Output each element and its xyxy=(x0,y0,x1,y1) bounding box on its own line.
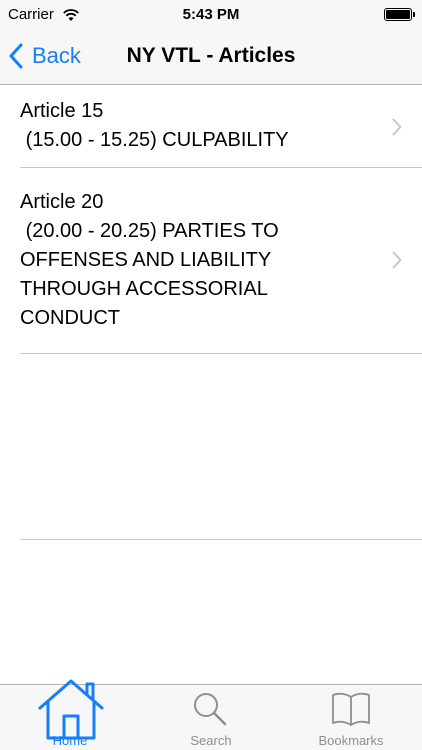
list-item-article-20[interactable]: Article 20 (20.00 - 20.25) PARTIES TO OF… xyxy=(0,85,422,353)
page-title: NY VTL - Articles xyxy=(126,44,296,67)
tab-search[interactable]: Search xyxy=(141,685,281,750)
navigation-bar: Back NY VTL - Articles xyxy=(0,30,422,85)
row-separator xyxy=(20,353,422,354)
tab-home-label: Home xyxy=(52,733,88,748)
book-icon xyxy=(332,692,370,726)
tab-home[interactable]: Home xyxy=(0,679,140,750)
list-item-text: Article 20 (20.00 - 20.25) PARTIES TO OF… xyxy=(20,191,279,329)
app-screen: Carrier 5:43 PM Back NY VTL - Articles A… xyxy=(0,0,422,750)
row-separator xyxy=(20,539,422,540)
tab-bookmarks-label: Bookmarks xyxy=(318,733,384,748)
status-bar: Carrier 5:43 PM xyxy=(0,0,422,30)
tab-bar: Home Search Bookmarks xyxy=(0,679,422,750)
chevron-right-icon xyxy=(392,251,402,269)
magnifier-icon xyxy=(194,693,227,726)
status-time: 5:43 PM xyxy=(182,6,240,23)
tab-search-label: Search xyxy=(190,733,232,748)
articles-list: Article 15 (15.00 - 15.25) CULPABILITY A… xyxy=(0,85,422,540)
tab-bookmarks[interactable]: Bookmarks xyxy=(281,685,421,750)
battery-icon xyxy=(384,8,415,21)
battery-fill xyxy=(386,10,410,19)
house-icon xyxy=(38,679,104,740)
